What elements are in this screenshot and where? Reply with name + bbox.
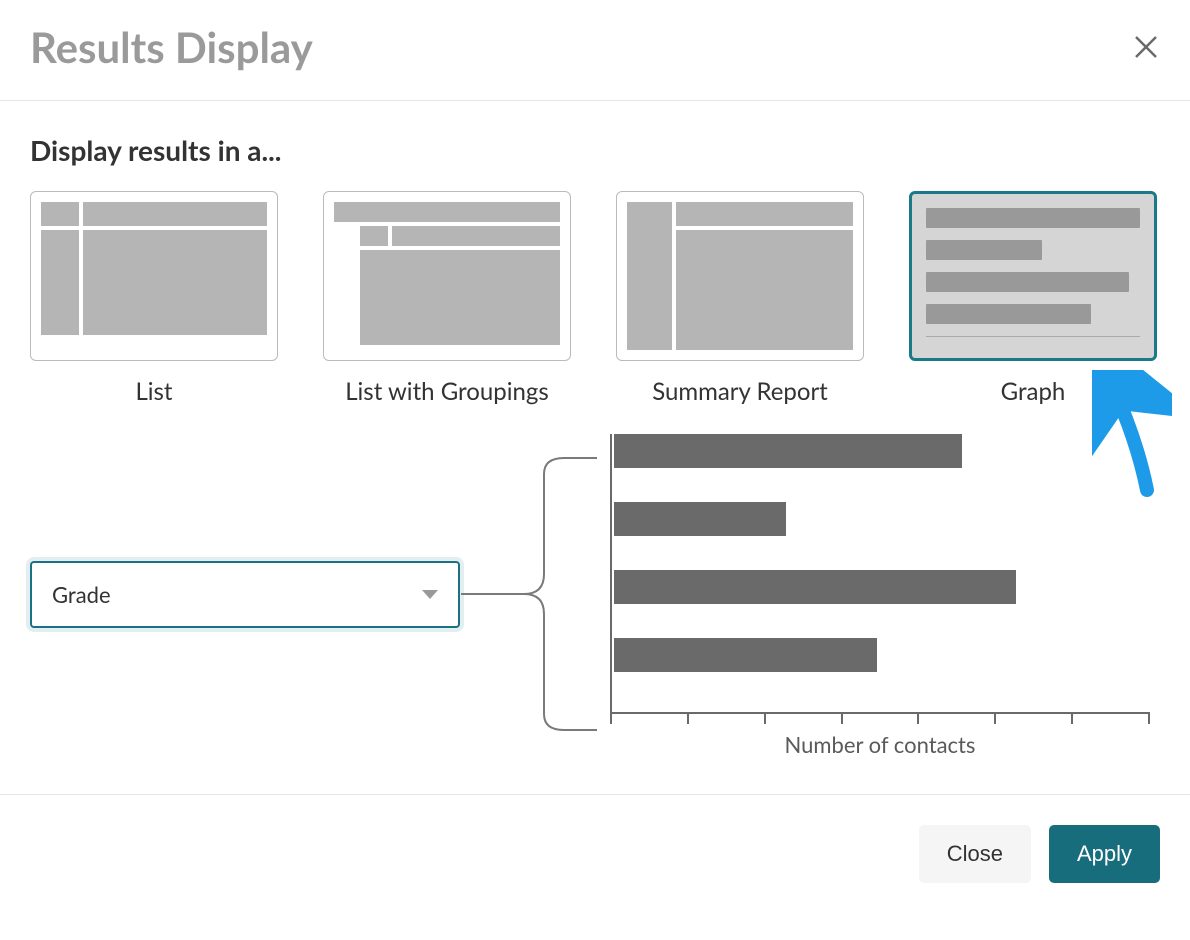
dialog-footer: Close Apply	[0, 794, 1190, 913]
dialog-header: Results Display	[0, 0, 1190, 101]
close-button[interactable]: Close	[919, 825, 1031, 883]
display-options: List List with Groupings Summary Report	[30, 191, 1160, 406]
connector-bracket-icon	[459, 454, 599, 734]
list-thumbnail-icon	[30, 191, 278, 361]
preview-bar	[614, 434, 962, 468]
results-display-dialog: Results Display Display results in a... …	[0, 0, 1190, 913]
preview-xlabel: Number of contacts	[600, 731, 1160, 758]
chevron-down-icon	[422, 590, 438, 599]
option-list-with-groupings[interactable]: List with Groupings	[323, 191, 571, 406]
option-label: List	[135, 377, 172, 406]
option-summary-report[interactable]: Summary Report	[616, 191, 864, 406]
graph-config-row: Grade Number of	[30, 434, 1160, 754]
graph-thumbnail-icon	[909, 191, 1157, 361]
dialog-body: Display results in a... List List with G…	[0, 101, 1190, 794]
group-by-value: Grade	[52, 581, 111, 608]
group-by-select[interactable]: Grade	[30, 561, 460, 628]
option-label: List with Groupings	[345, 377, 549, 406]
option-label: Summary Report	[652, 377, 828, 406]
close-icon[interactable]	[1132, 33, 1160, 61]
option-label: Graph	[1001, 377, 1066, 406]
dialog-title: Results Display	[30, 22, 313, 72]
list-groupings-thumbnail-icon	[323, 191, 571, 361]
graph-preview: Number of contacts	[600, 434, 1160, 754]
preview-bar	[614, 570, 1016, 604]
display-subtitle: Display results in a...	[30, 133, 1160, 167]
preview-bar	[614, 638, 877, 672]
preview-bar	[614, 502, 786, 536]
apply-button[interactable]: Apply	[1049, 825, 1160, 883]
summary-report-thumbnail-icon	[616, 191, 864, 361]
option-graph[interactable]: Graph	[909, 191, 1157, 406]
option-list[interactable]: List	[30, 191, 278, 406]
